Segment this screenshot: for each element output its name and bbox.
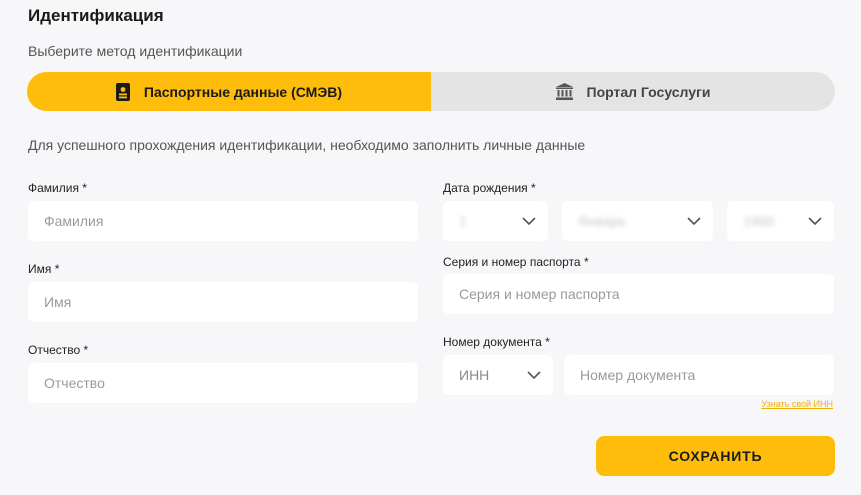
birth-month-value: Январь <box>578 213 626 229</box>
surname-label: Фамилия * <box>28 181 87 195</box>
method-gosuslugi-label: Портал Госуслуги <box>586 83 711 100</box>
info-text: Для успешного прохождения идентификации,… <box>28 137 586 153</box>
passport-placeholder: Серия и номер паспорта <box>459 286 620 302</box>
patronymic-input[interactable]: Отчество <box>28 363 418 403</box>
birth-month-select[interactable]: Январь <box>562 201 713 241</box>
patronymic-label: Отчество * <box>28 343 89 357</box>
birthdate-label: Дата рождения * <box>443 181 536 195</box>
surname-placeholder: Фамилия <box>44 213 104 229</box>
birth-day-select[interactable]: 1 <box>443 201 548 241</box>
document-number-placeholder: Номер документа <box>580 367 696 383</box>
save-button[interactable]: СОХРАНИТЬ <box>596 436 835 476</box>
chevron-down-icon <box>808 217 822 225</box>
method-gosuslugi-tab[interactable]: Портал Госуслуги <box>431 72 835 111</box>
birth-year-value: 1990 <box>743 213 775 229</box>
name-label: Имя * <box>28 262 60 276</box>
chevron-down-icon <box>527 371 541 379</box>
identification-method-switch: Паспортные данные (СМЭВ) Портал Госуслуг… <box>27 72 835 111</box>
passport-input[interactable]: Серия и номер паспорта <box>443 274 834 314</box>
passport-label: Серия и номер паспорта * <box>443 255 589 269</box>
bank-building-icon <box>555 83 573 100</box>
name-input[interactable]: Имя <box>28 282 418 322</box>
name-placeholder: Имя <box>44 294 72 310</box>
method-passport-tab[interactable]: Паспортные данные (СМЭВ) <box>27 72 431 111</box>
method-passport-label: Паспортные данные (СМЭВ) <box>143 83 343 100</box>
document-type-select[interactable]: ИНН <box>443 355 553 395</box>
page-title: Идентификация <box>28 6 164 25</box>
chevron-down-icon <box>522 217 536 225</box>
chevron-down-icon <box>687 217 701 225</box>
birth-day-value: 1 <box>459 213 467 229</box>
page-subtitle: Выберите метод идентификации <box>28 43 243 59</box>
document-type-value: ИНН <box>459 367 490 383</box>
document-label: Номер документа * <box>443 335 550 349</box>
patronymic-placeholder: Отчество <box>44 375 105 391</box>
birth-year-select[interactable]: 1990 <box>727 201 834 241</box>
find-inn-link[interactable]: Узнать свой ИНН <box>761 399 833 409</box>
id-card-icon <box>115 82 130 101</box>
surname-input[interactable]: Фамилия <box>28 201 418 241</box>
document-number-input[interactable]: Номер документа <box>564 355 834 395</box>
